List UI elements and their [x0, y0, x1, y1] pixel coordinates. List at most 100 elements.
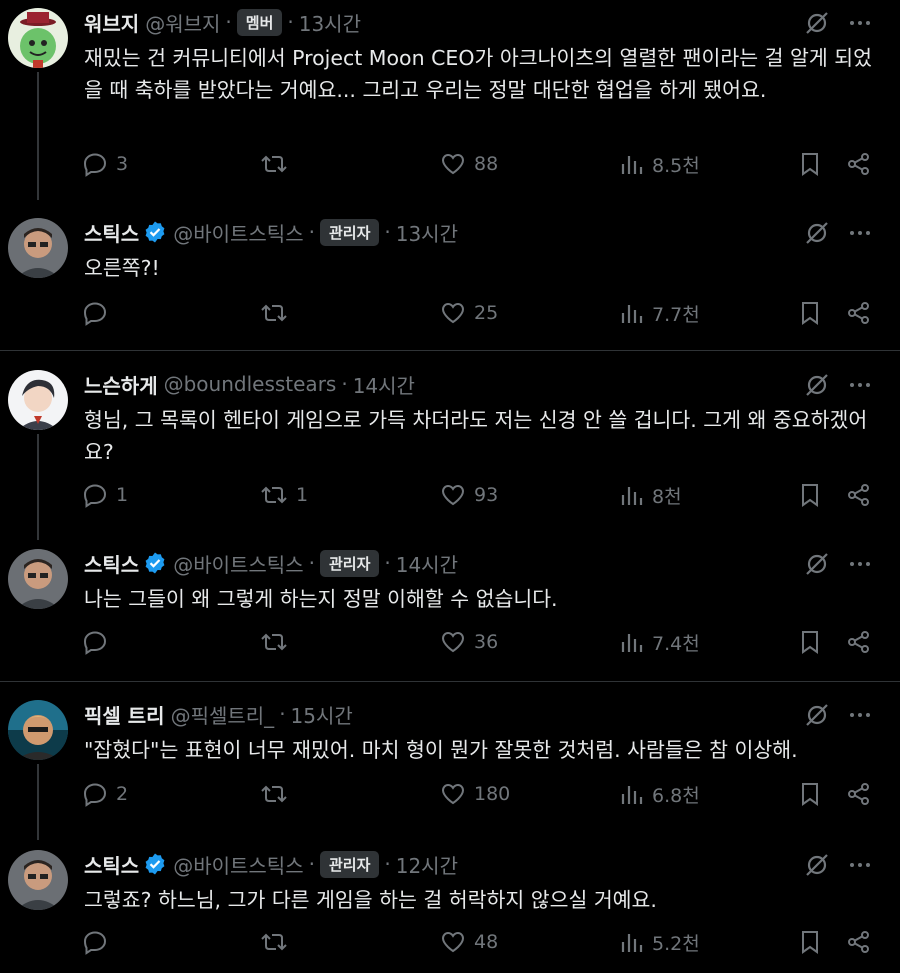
- verified-icon: [143, 220, 167, 244]
- grok-slash-icon[interactable]: [804, 372, 830, 402]
- retweet-button[interactable]: [260, 151, 296, 177]
- views-icon: [621, 785, 643, 804]
- action-bar: 48 5.2천: [82, 929, 872, 961]
- separator-dot: ·: [384, 551, 391, 575]
- admin-badge: 관리자: [319, 218, 380, 246]
- bookmark-button[interactable]: [798, 781, 822, 807]
- reply-button[interactable]: [82, 929, 116, 955]
- timestamp[interactable]: 14시간: [353, 370, 415, 399]
- user-handle[interactable]: @바이트스틱스: [173, 218, 303, 247]
- timestamp[interactable]: 14시간: [396, 549, 458, 578]
- more-icon[interactable]: [848, 221, 872, 249]
- grok-slash-icon[interactable]: [804, 852, 830, 882]
- views-count: 8.5천: [652, 155, 700, 177]
- like-button[interactable]: 93: [440, 482, 498, 508]
- reply-button[interactable]: 1: [82, 482, 128, 508]
- reply-button[interactable]: [82, 629, 116, 655]
- views-button[interactable]: 7.7천: [620, 300, 700, 327]
- like-button[interactable]: 48: [440, 929, 498, 955]
- avatar-wobzi[interactable]: [8, 8, 68, 68]
- timestamp[interactable]: 13시간: [299, 8, 361, 37]
- timestamp[interactable]: 12시간: [396, 850, 458, 879]
- display-name[interactable]: 스틱스: [84, 850, 139, 879]
- share-button[interactable]: [846, 629, 872, 655]
- thread-line: [37, 764, 39, 840]
- like-button[interactable]: 88: [440, 151, 498, 177]
- action-bar: 1 1 93 8천: [82, 482, 872, 514]
- display-name[interactable]: 느슨하게: [84, 370, 158, 399]
- retweet-button[interactable]: [260, 781, 296, 807]
- more-icon[interactable]: [848, 373, 872, 401]
- like-icon: [441, 153, 465, 175]
- avatar-sticks[interactable]: [8, 850, 68, 910]
- grok-slash-icon[interactable]: [804, 220, 830, 250]
- tweet-text: "잡혔다"는 표현이 너무 재밌어. 마치 형이 뭔가 잘못한 것처럼. 사람들…: [84, 738, 798, 762]
- user-handle[interactable]: @바이트스틱스: [173, 549, 303, 578]
- tweet-0[interactable]: 워브지 @워브지 · 멤버 · 13시간 재밌는 건 커뮤니티에서 Projec…: [0, 0, 900, 200]
- tweet-5[interactable]: 스틱스 @바이트스틱스 · 관리자 · 12시간 그렇죠? 하느님, 그가 다른…: [0, 842, 900, 973]
- share-button[interactable]: [846, 929, 872, 955]
- views-button[interactable]: 8.5천: [620, 151, 700, 178]
- reply-button[interactable]: [82, 300, 116, 326]
- like-button[interactable]: 36: [440, 629, 498, 655]
- more-icon[interactable]: [848, 552, 872, 580]
- user-handle[interactable]: @boundlesstears: [164, 372, 337, 396]
- tweet-1[interactable]: 스틱스 @바이트스틱스 · 관리자 · 13시간 오른쪽?! 25 7.7천: [0, 210, 900, 350]
- bookmark-button[interactable]: [798, 629, 822, 655]
- retweet-button[interactable]: [260, 300, 296, 326]
- display-name[interactable]: 스틱스: [84, 218, 139, 247]
- share-button[interactable]: [846, 300, 872, 326]
- views-button[interactable]: 5.2천: [620, 929, 700, 956]
- retweet-button[interactable]: 1: [260, 482, 308, 508]
- tweet-top-actions: [804, 551, 872, 581]
- grok-slash-icon[interactable]: [804, 10, 830, 40]
- like-button[interactable]: 180: [440, 781, 510, 807]
- like-count: 25: [474, 302, 499, 324]
- share-button[interactable]: [846, 151, 872, 177]
- user-handle[interactable]: @픽셀트리_: [171, 700, 275, 729]
- tweet-top-actions: [804, 220, 872, 250]
- avatar-sticks[interactable]: [8, 218, 68, 278]
- views-count: 5.2천: [652, 933, 700, 955]
- reply-button[interactable]: 3: [82, 151, 128, 177]
- more-icon[interactable]: [848, 703, 872, 731]
- user-handle[interactable]: @바이트스틱스: [173, 850, 303, 879]
- bookmark-button[interactable]: [798, 300, 822, 326]
- share-button[interactable]: [846, 482, 872, 508]
- timestamp[interactable]: 15시간: [291, 700, 353, 729]
- bookmark-button[interactable]: [798, 482, 822, 508]
- avatar-boundlesstears[interactable]: [8, 370, 68, 430]
- tweet-text: 나는 그들이 왜 그렇게 하는지 정말 이해할 수 없습니다.: [84, 587, 558, 611]
- views-button[interactable]: 7.4천: [620, 629, 700, 656]
- like-icon: [441, 631, 465, 653]
- reply-icon: [83, 631, 107, 655]
- user-handle[interactable]: @워브지: [145, 8, 220, 37]
- retweet-button[interactable]: [260, 629, 296, 655]
- avatar-sticks[interactable]: [8, 549, 68, 609]
- avatar-pixeltree[interactable]: [8, 700, 68, 760]
- tweet-3[interactable]: 스틱스 @바이트스틱스 · 관리자 · 14시간 나는 그들이 왜 그렇게 하는…: [0, 541, 900, 681]
- tweet-4[interactable]: 픽셀 트리 @픽셀트리_ · 15시간 "잡혔다"는 표현이 너무 재밌어. 마…: [0, 692, 900, 840]
- like-button[interactable]: 25: [440, 300, 498, 326]
- views-icon: [621, 633, 643, 652]
- views-button[interactable]: 8천: [620, 482, 682, 509]
- bookmark-button[interactable]: [798, 929, 822, 955]
- reply-icon: [83, 783, 107, 807]
- grok-slash-icon[interactable]: [804, 702, 830, 732]
- views-count: 6.8천: [652, 785, 700, 807]
- display-name[interactable]: 워브지: [84, 8, 139, 37]
- timestamp[interactable]: 13시간: [396, 218, 458, 247]
- tweet-top-actions: [804, 852, 872, 882]
- more-icon[interactable]: [848, 11, 872, 39]
- grok-slash-icon[interactable]: [804, 551, 830, 581]
- reply-button[interactable]: 2: [82, 781, 128, 807]
- more-icon[interactable]: [848, 853, 872, 881]
- bookmark-button[interactable]: [798, 151, 822, 177]
- views-button[interactable]: 6.8천: [620, 781, 700, 808]
- share-button[interactable]: [846, 781, 872, 807]
- tweet-2[interactable]: 느슨하게 @boundlesstears · 14시간 형님, 그 목록이 헨타…: [0, 362, 900, 540]
- display-name[interactable]: 픽셀 트리: [84, 700, 165, 729]
- views-count: 8천: [652, 486, 682, 508]
- retweet-button[interactable]: [260, 929, 296, 955]
- display-name[interactable]: 스틱스: [84, 549, 139, 578]
